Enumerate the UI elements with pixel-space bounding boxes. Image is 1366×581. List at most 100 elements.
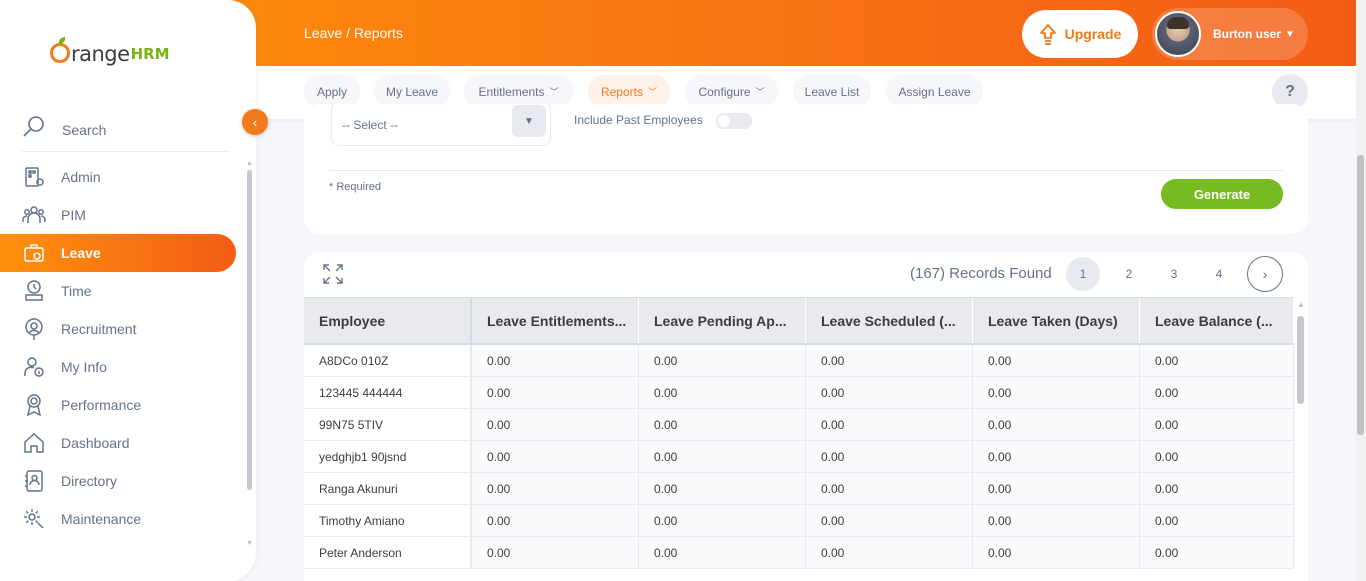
search-label: Search [62, 121, 107, 138]
table-row: A8DCo 010Z 0.00 0.00 0.00 0.00 0.00 [304, 345, 1294, 377]
value-cell: 0.00 [639, 473, 806, 504]
scroll-thumb[interactable] [1357, 155, 1364, 435]
value-cell: 0.00 [639, 377, 806, 408]
column-header: Leave Pending Ap... [639, 298, 806, 343]
column-header: Leave Entitlements... [472, 298, 639, 343]
column-header: Leave Taken (Days) [973, 298, 1140, 343]
orangehrm-logo[interactable]: range HRM [50, 30, 170, 66]
page-1-button[interactable]: 1 [1066, 257, 1100, 291]
sidebar-item-maintenance[interactable]: Maintenance [0, 500, 246, 538]
upgrade-button[interactable]: Upgrade [1022, 10, 1138, 58]
page-3-button[interactable]: 3 [1157, 257, 1191, 291]
value-cell: 0.00 [472, 473, 639, 504]
caret-down-icon: ▼ [512, 105, 546, 137]
value-cell: 0.00 [973, 537, 1140, 568]
sidebar-item-label: Directory [61, 473, 118, 489]
sidebar-menu: Admin PIM Leave Time Recruitment My Info Perfo… [0, 158, 246, 550]
sidebar-item-label: PIM [61, 207, 86, 223]
sidebar-item-leave[interactable]: Leave [0, 234, 246, 272]
sidebar-item-label: Time [61, 283, 92, 299]
next-page-button[interactable]: › [1247, 256, 1283, 292]
value-cell: 0.00 [973, 345, 1140, 376]
table-row: Peter Anderson 0.00 0.00 0.00 0.00 0.00 [304, 537, 1294, 569]
chevron-left-icon: ‹ [252, 114, 258, 130]
sidebar-item-dashboard[interactable]: Dashboard [0, 424, 246, 462]
tab-label: Apply [316, 84, 348, 99]
value-cell: 0.00 [806, 505, 973, 536]
report-select[interactable]: -- Select -- ▼ [331, 104, 551, 146]
employee-cell: Timothy Amiano [304, 505, 472, 536]
sidebar-item-time[interactable]: Time [0, 272, 246, 310]
value-cell: 0.00 [806, 473, 973, 504]
employee-cell: Peter Anderson [304, 537, 472, 568]
brand-name: range [71, 42, 130, 66]
avatar [1155, 11, 1201, 57]
sidebar-item-label: Admin [61, 169, 101, 185]
sidebar-item-recruitment[interactable]: Recruitment [0, 310, 246, 348]
report-table: Employee Leave Entitlements... Leave Pen… [304, 297, 1294, 569]
brand-suffix: HRM [130, 45, 170, 63]
employee-cell: yedghjb1 90jsnd [304, 441, 472, 472]
maintenance-icon [22, 507, 46, 531]
scroll-thumb[interactable] [247, 170, 252, 490]
orange-logo-icon [50, 43, 70, 63]
user-dropdown[interactable]: Burton user ▼ [1152, 8, 1308, 60]
tab-label: Leave List [804, 84, 860, 99]
value-cell: 0.00 [639, 505, 806, 536]
value-cell: 0.00 [472, 409, 639, 440]
performance-icon [22, 393, 46, 417]
value-cell: 0.00 [1140, 441, 1294, 472]
page-4-button[interactable]: 4 [1202, 257, 1236, 291]
value-cell: 0.00 [639, 409, 806, 440]
employee-cell: 123445 444444 [304, 377, 472, 408]
employee-cell: 99N75 5TIV [304, 409, 472, 440]
chevron-down-icon: ﹀ [549, 87, 559, 97]
sidebar-search[interactable]: Search [22, 108, 230, 152]
value-cell: 0.00 [1140, 409, 1294, 440]
value-cell: 0.00 [973, 505, 1140, 536]
tab-label: My Leave [385, 84, 439, 99]
table-scrollbar[interactable]: ▲ [1296, 300, 1306, 581]
page-scrollbar[interactable] [1356, 0, 1366, 581]
dashboard-icon [22, 431, 46, 455]
scroll-up-icon: ▲ [246, 160, 253, 167]
value-cell: 0.00 [472, 505, 639, 536]
table-row: 123445 444444 0.00 0.00 0.00 0.00 0.00 [304, 377, 1294, 409]
sidebar-item-label: Maintenance [61, 511, 142, 527]
value-cell: 0.00 [806, 537, 973, 568]
breadcrumb: Leave / Reports [304, 25, 403, 41]
sidebar-scrollbar[interactable]: ▲ ▼ [246, 160, 253, 550]
sidebar: range HRM Search Admin PIM Leave Time Recrui… [0, 0, 256, 581]
sidebar-item-label: Performance [61, 397, 142, 413]
value-cell: 0.00 [1140, 473, 1294, 504]
page-2-button[interactable]: 2 [1112, 257, 1146, 291]
value-cell: 0.00 [1140, 505, 1294, 536]
collapse-sidebar-button[interactable]: ‹ [242, 109, 268, 135]
employee-cell: Ranga Akunuri [304, 473, 472, 504]
include-past-toggle[interactable] [716, 113, 752, 129]
value-cell: 0.00 [806, 345, 973, 376]
value-cell: 0.00 [472, 345, 639, 376]
caret-down-icon: ▼ [1285, 28, 1295, 40]
value-cell: 0.00 [1140, 537, 1294, 568]
sidebar-item-admin[interactable]: Admin [0, 158, 246, 196]
table-body: A8DCo 010Z 0.00 0.00 0.00 0.00 0.00 123445 444… [304, 345, 1294, 569]
tab-label: Entitlements [478, 84, 545, 99]
report-filter-card: -- Select -- ▼ Include Past Employees * … [304, 104, 1308, 234]
user-name: Burton user [1213, 27, 1282, 41]
value-cell: 0.00 [472, 441, 639, 472]
sidebar-item-performance[interactable]: Performance [0, 386, 246, 424]
sidebar-item-directory[interactable]: Directory [0, 462, 246, 500]
value-cell: 0.00 [973, 473, 1140, 504]
sidebar-item-pim[interactable]: PIM [0, 196, 246, 234]
records-found: (167) Records Found [910, 265, 1052, 282]
expand-icon[interactable] [322, 263, 344, 285]
generate-button[interactable]: Generate [1161, 179, 1283, 209]
chevron-down-icon: ﹀ [755, 87, 765, 97]
tab-label: Configure [698, 84, 751, 99]
scroll-thumb[interactable] [1297, 316, 1304, 404]
value-cell: 0.00 [639, 345, 806, 376]
value-cell: 0.00 [1140, 345, 1294, 376]
select-value: -- Select -- [342, 118, 399, 132]
sidebar-item-my-info[interactable]: My Info [0, 348, 246, 386]
